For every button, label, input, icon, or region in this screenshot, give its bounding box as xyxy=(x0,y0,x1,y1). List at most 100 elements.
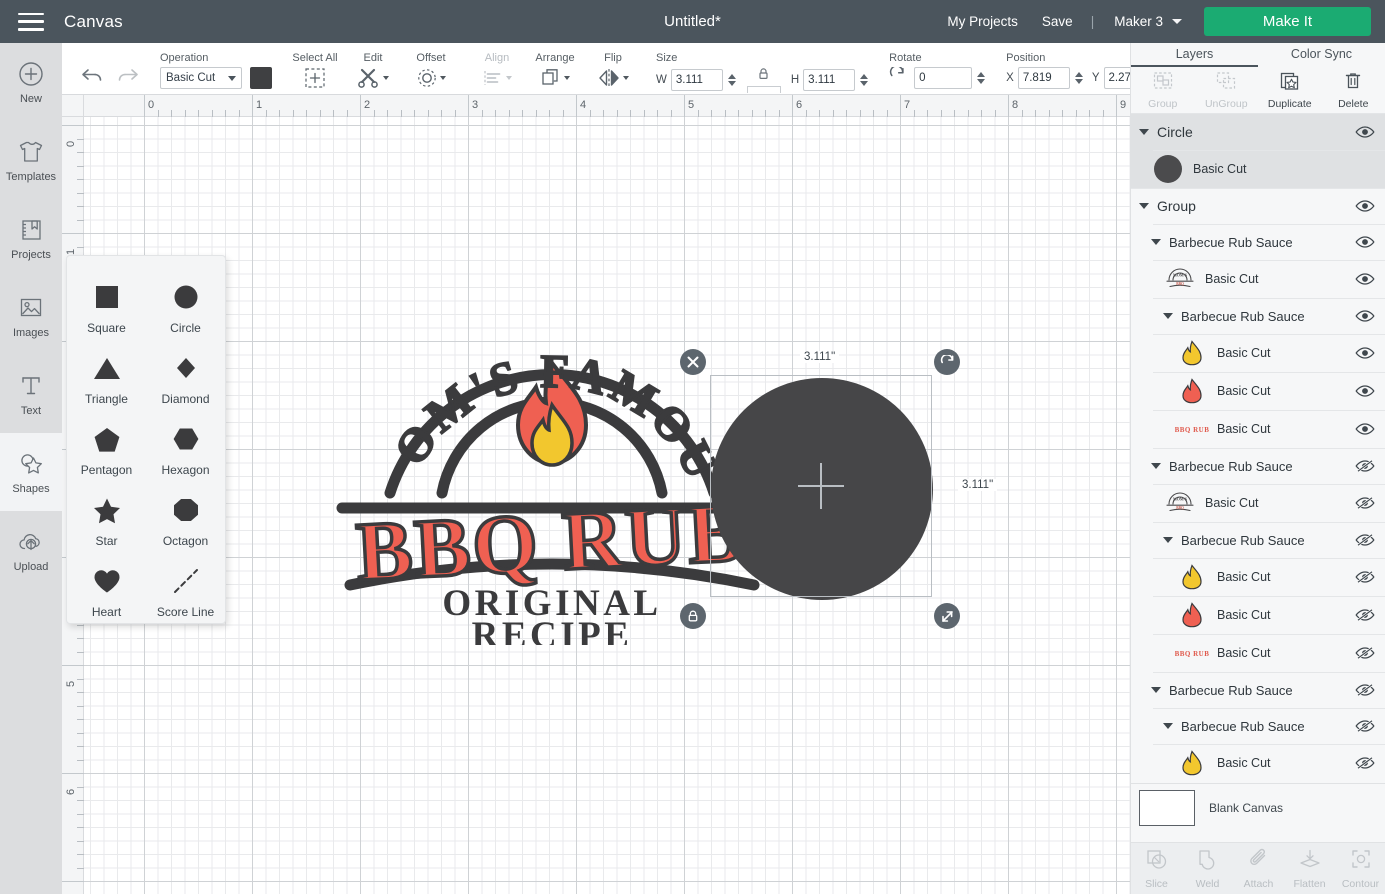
visibility-eye-off-icon[interactable] xyxy=(1355,496,1375,510)
layer-row[interactable]: Basic Cut xyxy=(1131,372,1385,410)
visibility-eye-icon[interactable] xyxy=(1355,235,1375,249)
sidebar-item-text[interactable]: Text xyxy=(0,355,62,433)
visibility-eye-icon[interactable] xyxy=(1355,346,1375,360)
rotate-icon[interactable] xyxy=(889,65,906,89)
shape-star[interactable]: Star xyxy=(67,493,146,548)
expand-collapse-caret-icon[interactable] xyxy=(1151,687,1161,693)
visibility-eye-off-icon[interactable] xyxy=(1355,756,1375,770)
shape-circle[interactable]: Circle xyxy=(146,280,225,335)
visibility-eye-icon[interactable] xyxy=(1355,309,1375,323)
visibility-eye-off-icon[interactable] xyxy=(1355,683,1375,697)
operation-color-swatch[interactable] xyxy=(250,67,272,89)
layer-group-row[interactable]: Circle xyxy=(1131,114,1385,150)
shape-octagon[interactable]: Octagon xyxy=(146,493,225,548)
resize-selection-handle[interactable] xyxy=(934,603,960,629)
tab-layers[interactable]: Layers xyxy=(1131,43,1258,67)
layer-row[interactable]: BBQ RUB Basic Cut xyxy=(1131,410,1385,448)
layer-row[interactable]: MOM'S BBQ Basic Cut xyxy=(1131,260,1385,298)
layer-group-row[interactable]: Barbecue Rub Sauce xyxy=(1131,448,1385,484)
sidebar-item-upload[interactable]: Upload xyxy=(0,511,62,589)
layer-group-row[interactable]: Barbecue Rub Sauce xyxy=(1131,672,1385,708)
visibility-eye-off-icon[interactable] xyxy=(1355,459,1375,473)
rotate-stepper[interactable] xyxy=(976,72,986,84)
layer-row[interactable]: Basic Cut xyxy=(1131,558,1385,596)
attach-button[interactable]: Attach xyxy=(1233,843,1284,894)
contour-button[interactable]: Contour xyxy=(1335,843,1385,894)
expand-collapse-caret-icon[interactable] xyxy=(1151,239,1161,245)
select-all-button[interactable]: Select All xyxy=(292,52,338,90)
layer-row[interactable]: Basic Cut xyxy=(1131,596,1385,634)
aspect-lock-toggle[interactable] xyxy=(746,67,781,93)
expand-collapse-caret-icon[interactable] xyxy=(1163,723,1173,729)
layer-row[interactable]: BBQ RUB Basic Cut xyxy=(1131,634,1385,672)
expand-collapse-caret-icon[interactable] xyxy=(1163,313,1173,319)
width-stepper[interactable] xyxy=(727,74,737,86)
shape-pentagon[interactable]: Pentagon xyxy=(67,422,146,477)
ungroup-button[interactable]: UnGroup xyxy=(1195,67,1259,113)
sidebar-item-new[interactable]: New xyxy=(0,43,62,121)
layer-row[interactable]: Basic Cut xyxy=(1131,334,1385,372)
expand-collapse-caret-icon[interactable] xyxy=(1139,129,1149,135)
offset-button[interactable]: Offset xyxy=(408,52,454,90)
layers-list[interactable]: Circle Basic Cut Group Barbecue Rub Sauce MO… xyxy=(1131,114,1385,783)
layer-group-row[interactable]: Barbecue Rub Sauce xyxy=(1131,522,1385,558)
visibility-eye-off-icon[interactable] xyxy=(1355,533,1375,547)
operation-select[interactable]: Basic Cut xyxy=(160,67,242,89)
slice-button[interactable]: Slice xyxy=(1131,843,1182,894)
rotate-input[interactable] xyxy=(914,67,973,89)
expand-collapse-caret-icon[interactable] xyxy=(1151,463,1161,469)
group-button[interactable]: Group xyxy=(1131,67,1195,113)
sidebar-item-shapes[interactable]: Shapes xyxy=(0,433,62,511)
delete-button[interactable]: Delete xyxy=(1322,67,1385,113)
expand-collapse-caret-icon[interactable] xyxy=(1139,203,1149,209)
tab-color-sync[interactable]: Color Sync xyxy=(1258,43,1385,67)
x-input[interactable] xyxy=(1017,67,1070,89)
height-input[interactable] xyxy=(803,69,856,91)
undo-arrow-icon[interactable] xyxy=(80,65,106,90)
visibility-eye-icon[interactable] xyxy=(1355,272,1375,286)
rotate-selection-handle[interactable] xyxy=(934,349,960,375)
delete-selection-handle[interactable] xyxy=(680,349,706,375)
layer-row[interactable]: Basic Cut xyxy=(1131,744,1385,782)
visibility-eye-icon[interactable] xyxy=(1355,199,1375,213)
visibility-eye-icon[interactable] xyxy=(1355,125,1375,139)
sidebar-item-images[interactable]: Images xyxy=(0,277,62,355)
visibility-eye-off-icon[interactable] xyxy=(1355,646,1375,660)
visibility-eye-off-icon[interactable] xyxy=(1355,608,1375,622)
shape-heart[interactable]: Heart xyxy=(67,564,146,619)
make-it-button[interactable]: Make It xyxy=(1204,7,1371,36)
width-input[interactable] xyxy=(670,69,723,91)
horizontal-ruler[interactable]: 0 1 2 3 4 5 6 7 8 9 xyxy=(62,95,1130,117)
blank-canvas-row[interactable]: Blank Canvas xyxy=(1131,783,1385,831)
my-projects-button[interactable]: My Projects xyxy=(935,14,1030,29)
layer-group-row[interactable]: Barbecue Rub Sauce xyxy=(1131,298,1385,334)
layer-group-row[interactable]: Barbecue Rub Sauce xyxy=(1131,708,1385,744)
edit-button[interactable]: Edit xyxy=(350,52,396,90)
weld-button[interactable]: Weld xyxy=(1182,843,1233,894)
layer-row[interactable]: Basic Cut xyxy=(1131,150,1385,188)
hamburger-menu-icon[interactable] xyxy=(18,12,44,31)
flatten-button[interactable]: Flatten xyxy=(1284,843,1335,894)
expand-collapse-caret-icon[interactable] xyxy=(1163,537,1173,543)
visibility-eye-icon[interactable] xyxy=(1355,422,1375,436)
shape-diamond[interactable]: Diamond xyxy=(146,351,225,406)
visibility-eye-off-icon[interactable] xyxy=(1355,570,1375,584)
shape-score-line[interactable]: Score Line xyxy=(146,564,225,619)
blank-canvas-swatch[interactable] xyxy=(1139,789,1195,826)
duplicate-button[interactable]: Duplicate xyxy=(1258,67,1322,113)
flip-button[interactable]: Flip xyxy=(590,52,636,90)
shape-triangle[interactable]: Triangle xyxy=(67,351,146,406)
layer-group-row[interactable]: Group xyxy=(1131,188,1385,224)
visibility-eye-icon[interactable] xyxy=(1355,384,1375,398)
layer-group-row[interactable]: Barbecue Rub Sauce xyxy=(1131,224,1385,260)
sidebar-item-projects[interactable]: Projects xyxy=(0,199,62,277)
arrange-button[interactable]: Arrange xyxy=(532,52,578,90)
lock-aspect-handle[interactable] xyxy=(680,603,706,629)
height-stepper[interactable] xyxy=(859,74,869,86)
save-button[interactable]: Save xyxy=(1030,14,1085,29)
align-button[interactable]: Align xyxy=(474,52,520,90)
shape-hexagon[interactable]: Hexagon xyxy=(146,422,225,477)
layer-row[interactable]: MOM'S BBQ Basic Cut xyxy=(1131,484,1385,522)
machine-selector[interactable]: Maker 3 xyxy=(1100,14,1190,29)
sidebar-item-templates[interactable]: Templates xyxy=(0,121,62,199)
